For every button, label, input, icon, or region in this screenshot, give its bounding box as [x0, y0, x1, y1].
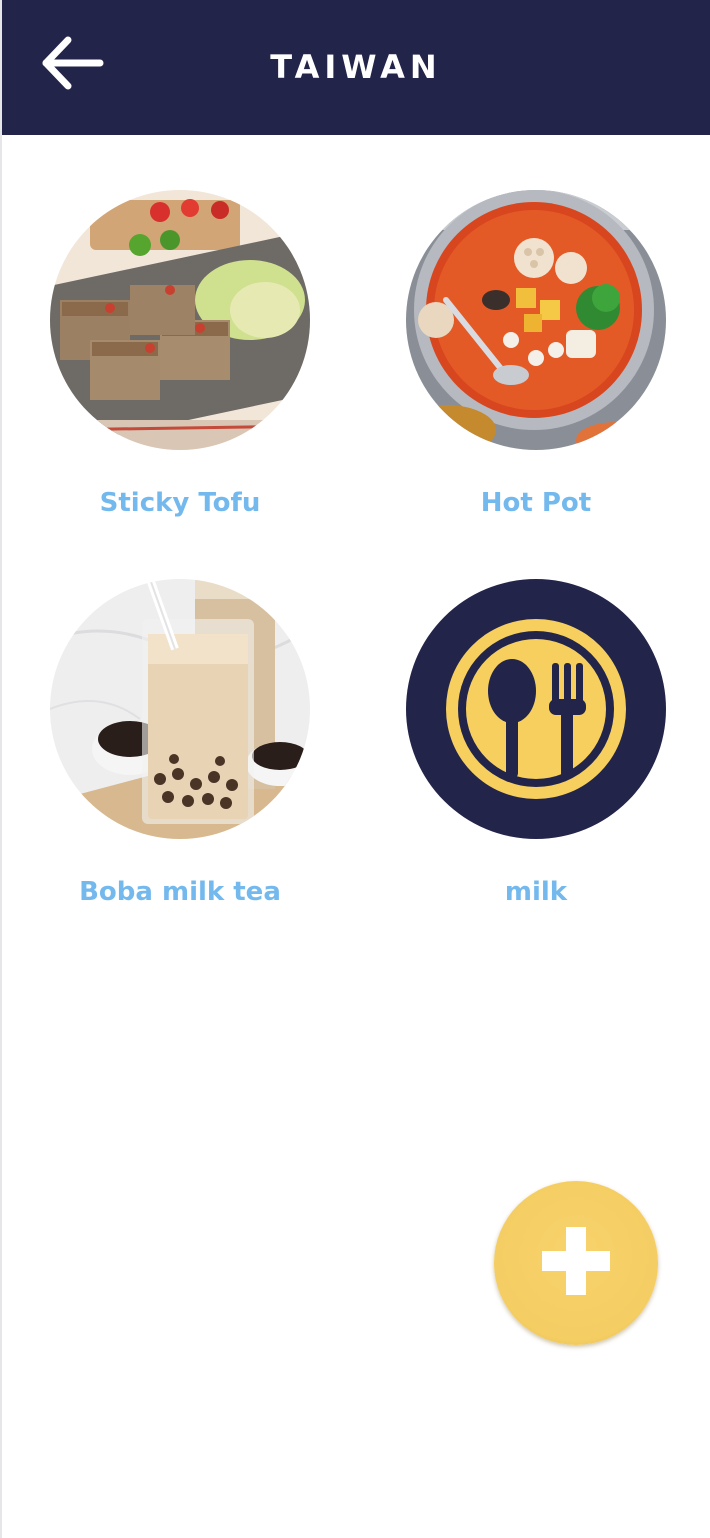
- food-name: Boba milk tea: [79, 877, 281, 907]
- food-card-sticky-tofu[interactable]: Sticky Tofu: [30, 190, 330, 550]
- hot-pot-photo: [406, 190, 666, 450]
- food-card-hot-pot[interactable]: Hot Pot: [386, 190, 686, 550]
- food-card-boba-milk-tea[interactable]: Boba milk tea: [30, 579, 330, 939]
- boba-milk-tea-photo: [50, 579, 310, 839]
- food-card-milk[interactable]: milk: [386, 579, 686, 939]
- food-name: milk: [504, 877, 568, 907]
- utensils-placeholder-icon: [406, 579, 666, 839]
- food-name: Sticky Tofu: [99, 488, 261, 518]
- sticky-tofu-photo: [50, 190, 310, 450]
- plus-icon: [542, 1227, 610, 1295]
- add-button[interactable]: [494, 1181, 658, 1345]
- food-name: Hot Pot: [480, 488, 592, 518]
